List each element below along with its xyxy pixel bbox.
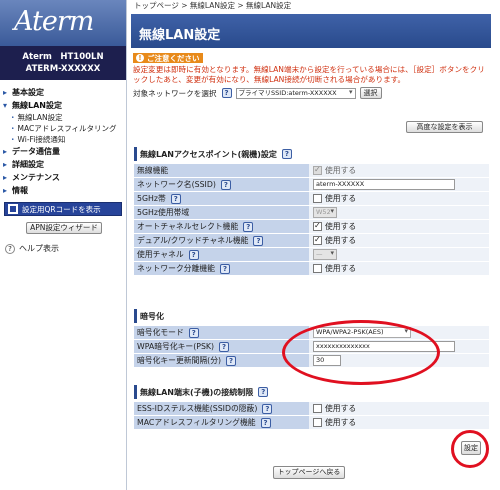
help-icon[interactable]: ? — [188, 327, 199, 338]
help-icon[interactable]: ? — [258, 387, 269, 397]
row-5ghz: 5GHz帯? 使用する — [134, 192, 489, 206]
chevron-right-icon: ▸ — [3, 186, 8, 195]
section-title: 無線LANアクセスポイント(親機)設定 ? — [134, 147, 489, 161]
help-icon[interactable]: ? — [219, 341, 230, 352]
chevron-right-icon: ▸ — [3, 173, 8, 182]
section-title: 暗号化 — [134, 309, 489, 323]
help-icon[interactable]: ? — [188, 249, 199, 260]
model-name: Aterm HT100LN — [22, 52, 104, 62]
ap-settings-section: 無線LANアクセスポイント(親機)設定 ? 無線機能 使用する ネットワーク名(… — [134, 147, 489, 276]
mac-filter-checkbox[interactable] — [313, 418, 322, 427]
menu-advanced-settings[interactable]: ▸ 詳細設定 — [0, 158, 126, 171]
row-dual-channel: デュアル/クワッドチャネル機能? 使用する — [134, 234, 489, 248]
row-network-isolation: ネットワーク分離機能? 使用する — [134, 262, 489, 276]
psk-input[interactable]: xxxxxxxxxxxxxx — [313, 341, 455, 352]
help-icon[interactable]: ? — [281, 149, 292, 159]
notice-text: 設定変更は即時に有効となります。無線LAN端末から設定を行っている場合には、［設… — [133, 65, 485, 84]
back-to-top-button[interactable]: トップページへ戻る — [273, 466, 345, 479]
key-interval-input[interactable]: 30 — [313, 355, 341, 366]
row-channel: 使用チャネル? — — [134, 248, 489, 262]
qr-code-icon — [8, 204, 18, 214]
select-button[interactable]: 選択 — [359, 87, 382, 99]
network-isolation-checkbox[interactable] — [313, 264, 322, 273]
help-icon[interactable]: ? — [253, 235, 264, 246]
row-ssid: ネットワーク名(SSID)? aterm-XXXXXX — [134, 178, 489, 192]
5ghz-checkbox[interactable] — [313, 194, 322, 203]
encryption-mode-select[interactable]: WPA/WPA2-PSK(AES) — [313, 327, 411, 338]
show-advanced-button[interactable]: 高度な設定を表示 — [406, 121, 483, 133]
target-network-label: 対象ネットワークを選択 — [133, 88, 217, 98]
row-psk: WPA暗号化キー(PSK)? xxxxxxxxxxxxxx — [134, 340, 489, 354]
dual-channel-checkbox[interactable] — [313, 235, 322, 245]
aterm-logo: Aterm — [14, 6, 94, 37]
menu-sub-wifi-notify[interactable]: ・Wi-Fi接続通知 — [0, 134, 126, 145]
row-5ghz-band: 5GHz使用帯域 W52 — [134, 206, 489, 220]
ssid-input[interactable]: aterm-XXXXXX — [313, 179, 455, 190]
help-link[interactable]: ? ヘルプ表示 — [5, 243, 126, 254]
row-encryption-mode: 暗号化モード? WPA/WPA2-PSK(AES) — [134, 326, 489, 340]
bullet-icon: ・ — [9, 124, 17, 133]
row-key-interval: 暗号化キー更新間隔(分)? 30 — [134, 354, 489, 368]
menu-data-usage[interactable]: ▸ データ通信量 — [0, 145, 126, 158]
breadcrumb: トップページ > 無線LAN設定 > 無線LAN設定 — [134, 1, 292, 10]
help-icon[interactable]: ? — [170, 193, 181, 204]
model-bar: Aterm HT100LN ATERM-XXXXXX — [0, 46, 126, 80]
help-icon[interactable]: ? — [221, 88, 232, 98]
help-icon[interactable]: ? — [260, 417, 271, 428]
auto-channel-checkbox[interactable] — [313, 221, 322, 231]
channel-select[interactable]: — — [313, 249, 337, 260]
qr-code-button[interactable]: 設定用QRコードを表示 — [4, 202, 122, 216]
chevron-down-icon: ▾ — [3, 101, 8, 110]
help-icon[interactable]: ? — [219, 263, 230, 274]
wireless-function-checkbox[interactable] — [313, 165, 322, 175]
sidebar-menu: ▸ 基本設定 ▾ 無線LAN設定 ・無線LAN設定 ・MACアドレスフィルタリング … — [0, 80, 126, 197]
client-restriction-section: 無線LAN端末(子機)の接続制限 ? ESS-IDステルス機能(SSIDの隠蔽)… — [134, 385, 489, 430]
help-icon[interactable]: ? — [226, 355, 237, 366]
menu-wlan-settings[interactable]: ▾ 無線LAN設定 — [0, 99, 126, 112]
menu-info[interactable]: ▸ 情報 — [0, 184, 126, 197]
help-icon: ? — [5, 243, 15, 254]
setting-button[interactable]: 設定 — [461, 441, 481, 455]
row-wireless-function: 無線機能 使用する — [134, 164, 489, 178]
chevron-right-icon: ▸ — [3, 147, 8, 156]
menu-maintenance[interactable]: ▸ メンテナンス — [0, 171, 126, 184]
help-icon[interactable]: ? — [262, 403, 273, 414]
stealth-checkbox[interactable] — [313, 404, 322, 413]
section-title: 無線LAN端末(子機)の接続制限 ? — [134, 385, 489, 399]
sidebar: Aterm Aterm HT100LN ATERM-XXXXXX ▸ 基本設定 ▾… — [0, 0, 127, 490]
target-network-row: 対象ネットワークを選択 ? プライマリSSID:aterm-XXXXXX 選択 — [131, 87, 491, 99]
menu-sub-wlan-settings[interactable]: ・無線LAN設定 — [0, 112, 126, 123]
menu-basic-settings[interactable]: ▸ 基本設定 — [0, 86, 126, 99]
encryption-section: 暗号化 暗号化モード? WPA/WPA2-PSK(AES) WPA暗号化キー(P… — [134, 309, 489, 368]
bullet-icon: ・ — [9, 113, 17, 122]
help-icon[interactable]: ? — [243, 221, 254, 232]
warning-icon: ! — [136, 54, 144, 62]
chevron-right-icon: ▸ — [3, 88, 8, 97]
help-icon[interactable]: ? — [220, 179, 231, 190]
target-network-select[interactable]: プライマリSSID:aterm-XXXXXX — [235, 87, 356, 99]
bullet-icon: ・ — [9, 135, 17, 144]
5ghz-band-select[interactable]: W52 — [313, 207, 337, 218]
menu-sub-mac-filtering[interactable]: ・MACアドレスフィルタリング — [0, 123, 126, 134]
device-id: ATERM-XXXXXX — [25, 64, 101, 74]
chevron-right-icon: ▸ — [3, 160, 8, 169]
apn-wizard-button[interactable]: APN設定ウィザード — [26, 222, 102, 234]
notice-label: ! ご注意ください — [133, 53, 203, 63]
row-stealth: ESS-IDステルス機能(SSIDの隠蔽)? 使用する — [134, 402, 489, 416]
row-mac-filter: MACアドレスフィルタリング機能? 使用する — [134, 416, 489, 430]
page-title: 無線LAN設定 — [131, 14, 491, 48]
logo-bar: Aterm — [0, 0, 126, 46]
row-auto-channel: オートチャネルセレクト機能? 使用する — [134, 220, 489, 234]
